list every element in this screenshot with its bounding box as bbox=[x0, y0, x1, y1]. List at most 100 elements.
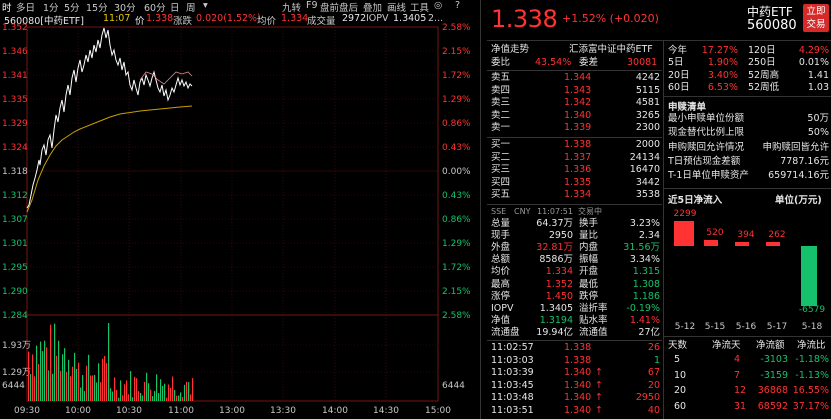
inflow-bar[interactable] bbox=[735, 241, 749, 246]
inflow-value-label: 2299 bbox=[673, 209, 697, 219]
bid-row: 买四 1.335 3442 bbox=[487, 177, 662, 189]
perf-label: 60日 bbox=[668, 81, 690, 93]
volume-bar bbox=[66, 371, 68, 401]
subscribe-row: T-1日单位申赎资产 659714.16元 bbox=[664, 170, 831, 182]
flow-positive-days: 7 bbox=[734, 369, 741, 381]
price-chart-svg[interactable]: 1.352 2.58% 1.346 2.15% 1.341 1.72% 1.335 1.29%… bbox=[0, 0, 481, 419]
inflow-date-label: 5-15 bbox=[704, 322, 726, 332]
ask-row: 卖三 1.342 4581 bbox=[487, 97, 662, 109]
volume-bar bbox=[88, 354, 90, 401]
order-book-panel: 净值走势 汇添富中证中药ETF 委比 43.54% 委差 30081 卖五 1.344 4242… bbox=[487, 0, 662, 419]
ask-label: 卖五 bbox=[491, 72, 511, 83]
volume-bar bbox=[70, 376, 72, 401]
divider bbox=[664, 336, 831, 337]
stat-value: 27亿 bbox=[638, 326, 660, 338]
ask-price: 1.344 bbox=[564, 72, 592, 83]
volume-bar bbox=[168, 384, 170, 401]
net-inflow-title: 近5日净流入 bbox=[668, 195, 723, 206]
subscribe-row: T日预估现金差额 7787.16元 bbox=[664, 156, 831, 168]
stat-value: 1.3405 bbox=[539, 302, 573, 314]
subscribe-row: 申购赎回允许情况 申购赎回皆允许 bbox=[664, 142, 831, 154]
volume-bar bbox=[62, 354, 64, 401]
inflow-bar[interactable] bbox=[704, 240, 718, 246]
ask-volume: 2300 bbox=[635, 122, 660, 133]
ask-price: 1.339 bbox=[564, 122, 592, 133]
volume-bar bbox=[54, 323, 56, 401]
volume-bar bbox=[184, 384, 186, 401]
volume-bar bbox=[46, 347, 48, 401]
stat-row: 外盘 32.81万 内盘 31.56万 bbox=[487, 242, 662, 254]
volume-bar bbox=[124, 384, 126, 401]
stat-label: 均价 bbox=[491, 266, 511, 278]
price-axis-label: 1.318 bbox=[2, 167, 28, 177]
flow-table-header: 天数 净流天 净流额 净流比 bbox=[664, 340, 831, 352]
performance-row: 20日 3.40% 52周高 1.41 bbox=[664, 70, 831, 82]
stat-label: 现手 bbox=[491, 230, 511, 242]
volume-bar bbox=[92, 375, 94, 401]
perf-value: 17.27% bbox=[701, 45, 738, 56]
inflow-bar[interactable] bbox=[674, 221, 694, 246]
inflow-bar[interactable] bbox=[801, 246, 817, 306]
stat-row: 现手 2950 量比 2.34 bbox=[487, 230, 662, 242]
price-axis-label: 1.307 bbox=[2, 215, 28, 225]
stat-label: 开盘 bbox=[579, 266, 599, 278]
flow-table-header-cell: 净流额 bbox=[756, 340, 785, 351]
stat-label: 净值 bbox=[491, 314, 511, 326]
volume-bar bbox=[82, 374, 84, 401]
divider bbox=[664, 188, 831, 189]
pct-axis-label: 0.00% bbox=[442, 167, 471, 177]
volume-bar bbox=[142, 395, 144, 401]
volume-bar bbox=[182, 397, 184, 401]
volume-bar bbox=[132, 397, 134, 401]
flow-table-header-cell: 净流天 bbox=[712, 340, 741, 351]
volume-bar bbox=[134, 376, 136, 401]
stat-value: 1.308 bbox=[632, 278, 660, 290]
subscribe-label: T-1日单位申赎资产 bbox=[668, 170, 749, 182]
volume-bar bbox=[64, 348, 66, 401]
price-axis-label: 1.295 bbox=[2, 263, 28, 273]
subscribe-label: 现金替代比例上限 bbox=[668, 127, 745, 139]
volume-bar bbox=[86, 365, 88, 401]
stat-value: 32.81万 bbox=[536, 242, 573, 254]
weibi-label: 委比 bbox=[491, 57, 511, 68]
weibi-value: 43.54% bbox=[535, 57, 572, 68]
stat-label: 流通值 bbox=[579, 326, 608, 338]
bid-label: 买一 bbox=[491, 139, 511, 150]
pct-axis-label: 0.43% bbox=[442, 143, 471, 153]
stat-row: IOPV 1.3405 溢折率 -0.19% bbox=[487, 303, 662, 315]
tick-price: 1.340 bbox=[564, 379, 592, 391]
fund-info-panel: 今年 17.27% 120日 4.29% 5日 1.90% 250日 0.01% 20日 3.40… bbox=[664, 0, 831, 419]
volume-bar bbox=[126, 380, 128, 401]
stat-label: 总额 bbox=[491, 254, 511, 266]
tick-up-arrow: ↑ bbox=[595, 379, 603, 391]
volume-bar bbox=[104, 355, 106, 401]
volume-bar bbox=[102, 358, 104, 401]
flow-ratio: -1.18% bbox=[795, 354, 829, 365]
performance-row: 60日 6.53% 52周低 1.03 bbox=[664, 82, 831, 94]
inflow-bar[interactable] bbox=[766, 242, 780, 246]
divider bbox=[487, 204, 662, 205]
pct-axis-label: 1.29% bbox=[442, 239, 471, 249]
tick-volume: 1 bbox=[653, 354, 660, 366]
stat-row: 总额 8586万 振幅 3.34% bbox=[487, 254, 662, 266]
stat-row: 涨停 1.450 跌停 1.186 bbox=[487, 291, 662, 303]
flow-table-row: 60 31 68592 37.17% bbox=[664, 401, 831, 413]
tracking-index-name: 汇添富中证中药ETF bbox=[569, 44, 653, 55]
stat-row: 最高 1.352 最低 1.308 bbox=[487, 279, 662, 291]
perf-value: 4.29% bbox=[798, 45, 829, 56]
bid-price: 1.336 bbox=[564, 164, 592, 175]
flow-amount: 36868 bbox=[757, 385, 788, 396]
volume-bar bbox=[60, 370, 62, 401]
volume-bar bbox=[148, 383, 150, 401]
time-axis-label: 14:30 bbox=[373, 406, 399, 416]
volume-axis-label-right: 6444 bbox=[442, 381, 465, 391]
volume-bar bbox=[76, 368, 78, 401]
perf-value: 3.40% bbox=[707, 69, 738, 81]
time-axis-label: 11:00 bbox=[168, 406, 194, 416]
stat-value: 1.450 bbox=[545, 290, 573, 302]
tick-up-arrow: ↑ bbox=[595, 367, 603, 378]
ask-row: 卖四 1.343 5115 bbox=[487, 85, 662, 97]
volume-bar bbox=[138, 391, 140, 401]
volume-bar bbox=[140, 392, 142, 401]
tick-volume: 26 bbox=[647, 342, 660, 353]
